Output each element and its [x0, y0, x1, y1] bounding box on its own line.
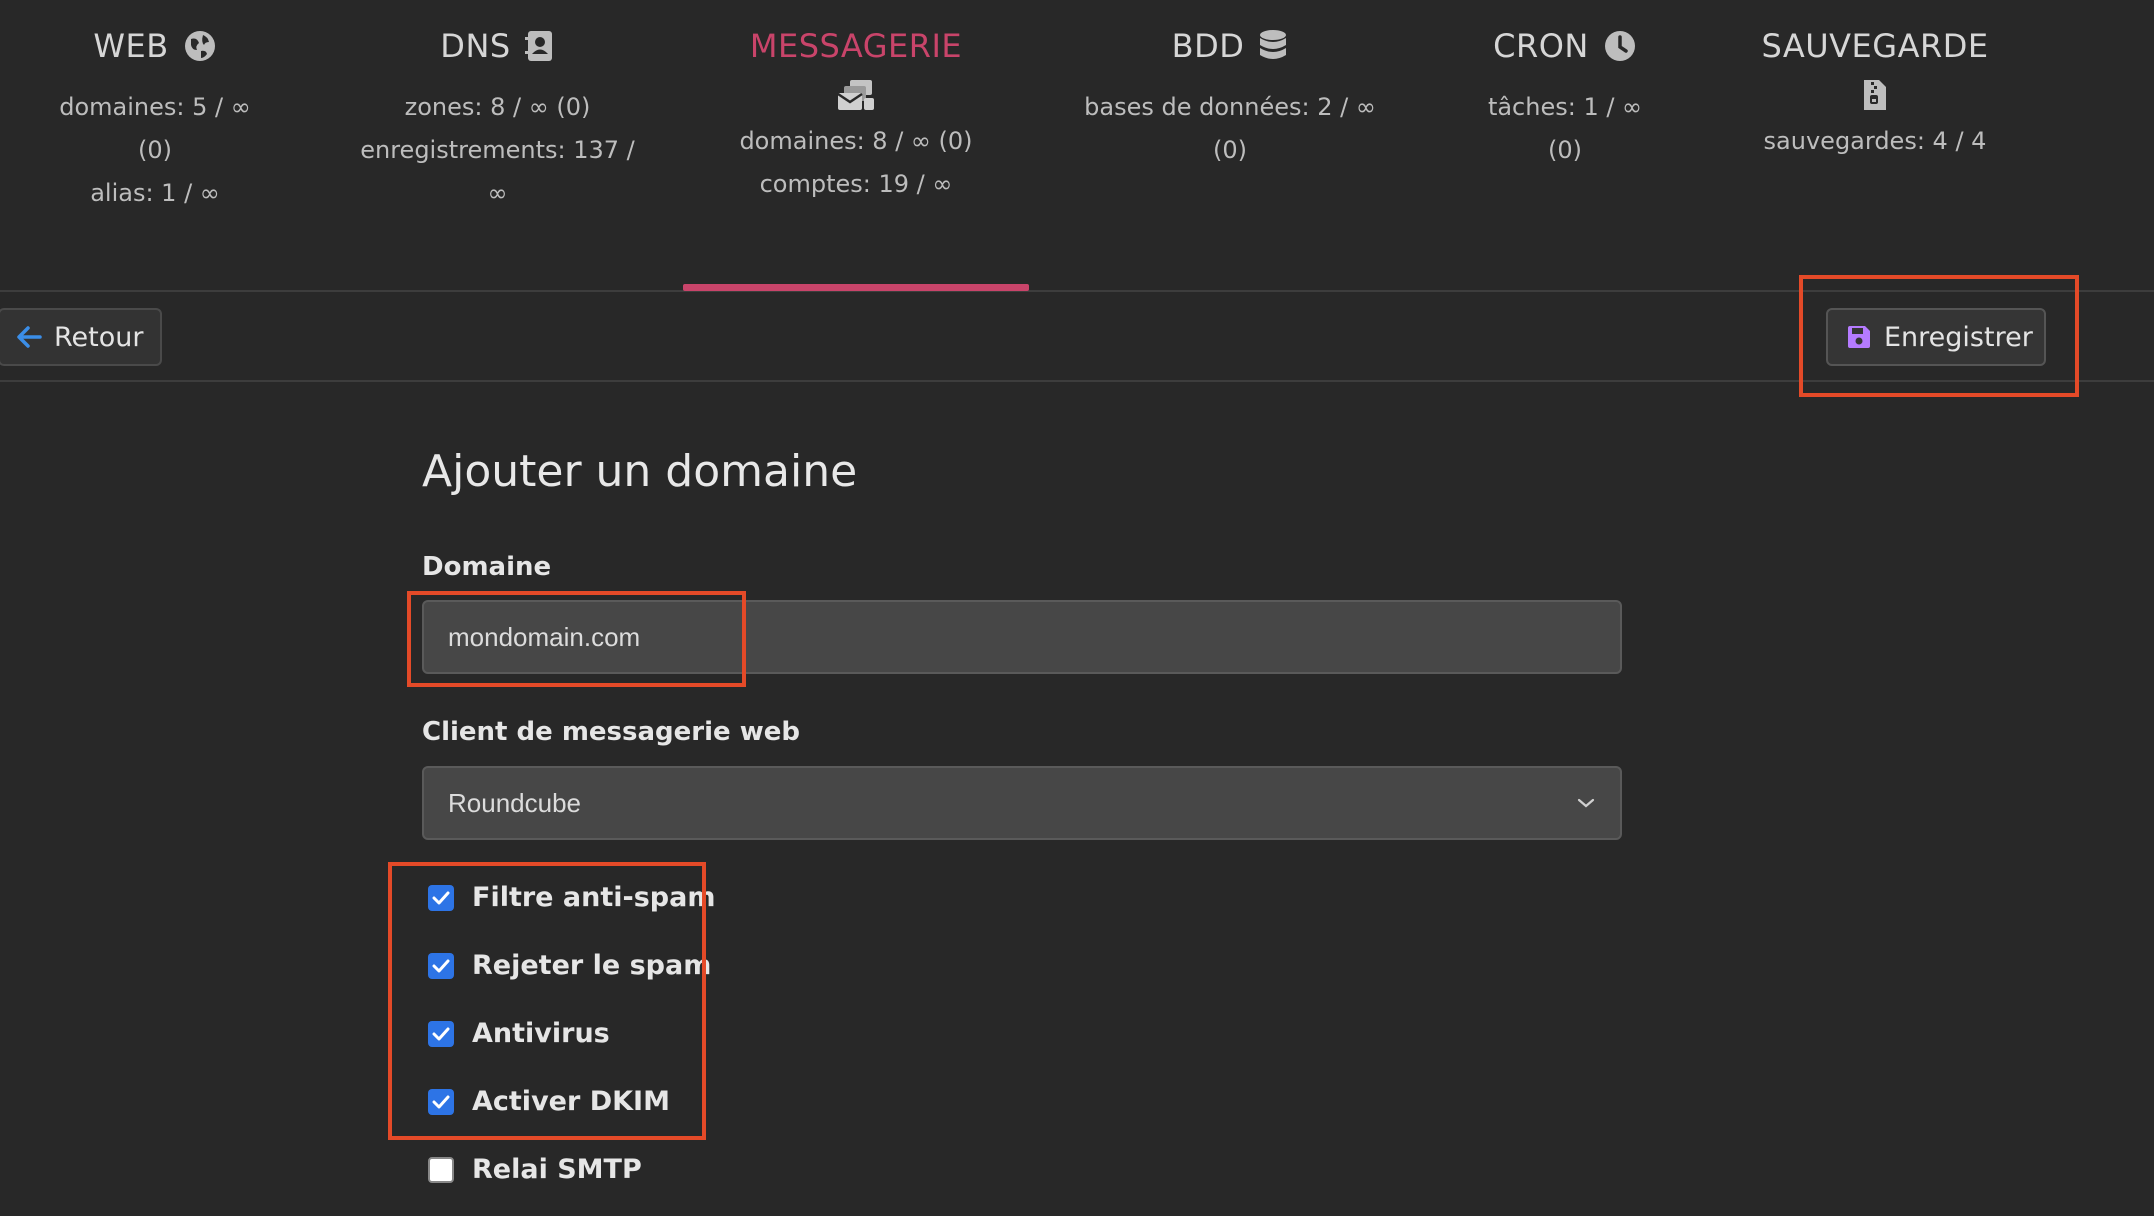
- antispam-checkbox[interactable]: Filtre anti-spam: [428, 882, 715, 913]
- tab-stat: domaines: 8 / ∞ (0): [739, 127, 973, 155]
- checkbox-label: Activer DKIM: [472, 1086, 670, 1117]
- checkbox-label: Filtre anti-spam: [472, 882, 716, 913]
- tab-dns[interactable]: DNS zones: 8 / ∞ (0) enregistrements: 13…: [360, 0, 635, 215]
- tab-web[interactable]: WEB domaines: 5 / ∞ (0) alias: 1 / ∞: [40, 0, 270, 215]
- back-button[interactable]: Retour: [0, 308, 162, 366]
- tab-title: MESSAGERIE: [749, 27, 963, 65]
- active-tab-indicator: [683, 284, 1029, 291]
- mail-bulk-icon: [837, 80, 874, 110]
- tab-stat: zones: 8 / ∞ (0): [404, 93, 591, 121]
- address-book-icon: [524, 31, 552, 61]
- checkbox-label: Antivirus: [472, 1018, 610, 1049]
- checkbox-checked-icon[interactable]: [428, 952, 454, 979]
- save-button-label: Enregistrer: [1884, 321, 2033, 353]
- tab-title: BDD: [1171, 27, 1245, 65]
- tab-title: WEB: [93, 27, 169, 65]
- tab-stat: domaines: 5 / ∞: [59, 93, 251, 121]
- clock-icon: [1604, 31, 1635, 61]
- domain-label: Domaine: [422, 552, 552, 582]
- back-button-label: Retour: [54, 321, 144, 353]
- resource-tabs: WEB domaines: 5 / ∞ (0) alias: 1 / ∞ DNS…: [0, 0, 2154, 292]
- checkbox-unchecked-icon[interactable]: [428, 1156, 454, 1183]
- tab-stat: tâches: 1 / ∞: [1487, 93, 1643, 121]
- tab-title: DNS: [440, 27, 511, 65]
- tab-messagerie[interactable]: MESSAGERIE domaines: 8 / ∞ (0) comptes: …: [700, 0, 1012, 206]
- domain-field[interactable]: [422, 600, 1622, 674]
- checkbox-label: Relai SMTP: [472, 1154, 642, 1185]
- tab-title: CRON: [1493, 27, 1589, 65]
- tab-stat: (0): [1548, 136, 1582, 164]
- domain-input[interactable]: [448, 621, 1620, 653]
- page-title: Ajouter un domaine: [422, 446, 858, 497]
- tab-title: SAUVEGARDE: [1761, 27, 1989, 65]
- tab-stat: bases de données: 2 / ∞: [1084, 93, 1376, 121]
- save-icon: [1848, 326, 1870, 348]
- checkbox-checked-icon[interactable]: [428, 1088, 454, 1115]
- tab-bdd[interactable]: BDD bases de données: 2 / ∞ (0): [1080, 0, 1380, 172]
- reject-spam-checkbox[interactable]: Rejeter le spam: [428, 950, 711, 981]
- tab-cron[interactable]: CRON tâches: 1 / ∞ (0): [1460, 0, 1670, 172]
- dkim-checkbox[interactable]: Activer DKIM: [428, 1086, 670, 1117]
- tab-stat: alias: 1 / ∞: [90, 179, 220, 207]
- chevron-down-icon: [1577, 798, 1595, 808]
- webmail-selected-value: Roundcube: [448, 787, 581, 818]
- tab-stat: (0): [1213, 136, 1247, 164]
- tab-sauvegarde[interactable]: SAUVEGARDE sauvegardes: 4 / 4: [1740, 0, 2010, 163]
- tab-stat: ∞: [487, 179, 508, 207]
- tab-stat: sauvegardes: 4 / 4: [1763, 127, 1987, 155]
- file-archive-icon: [1864, 80, 1886, 110]
- checkbox-checked-icon[interactable]: [428, 1020, 454, 1047]
- action-toolbar: Retour Enregistrer: [0, 292, 2154, 382]
- checkbox-label: Rejeter le spam: [472, 950, 712, 981]
- smtp-relay-checkbox[interactable]: Relai SMTP: [428, 1154, 642, 1185]
- antivirus-checkbox[interactable]: Antivirus: [428, 1018, 610, 1049]
- webmail-select[interactable]: Roundcube: [422, 766, 1622, 840]
- save-button[interactable]: Enregistrer: [1826, 308, 2046, 366]
- tab-stat: enregistrements: 137 /: [360, 136, 635, 164]
- database-icon: [1260, 30, 1287, 59]
- webmail-label: Client de messagerie web: [422, 717, 800, 747]
- globe-icon: [184, 31, 215, 61]
- checkbox-checked-icon[interactable]: [428, 884, 454, 911]
- arrow-left-icon: [17, 326, 42, 348]
- tab-stat: comptes: 19 / ∞: [759, 170, 953, 198]
- tab-stat: (0): [138, 136, 172, 164]
